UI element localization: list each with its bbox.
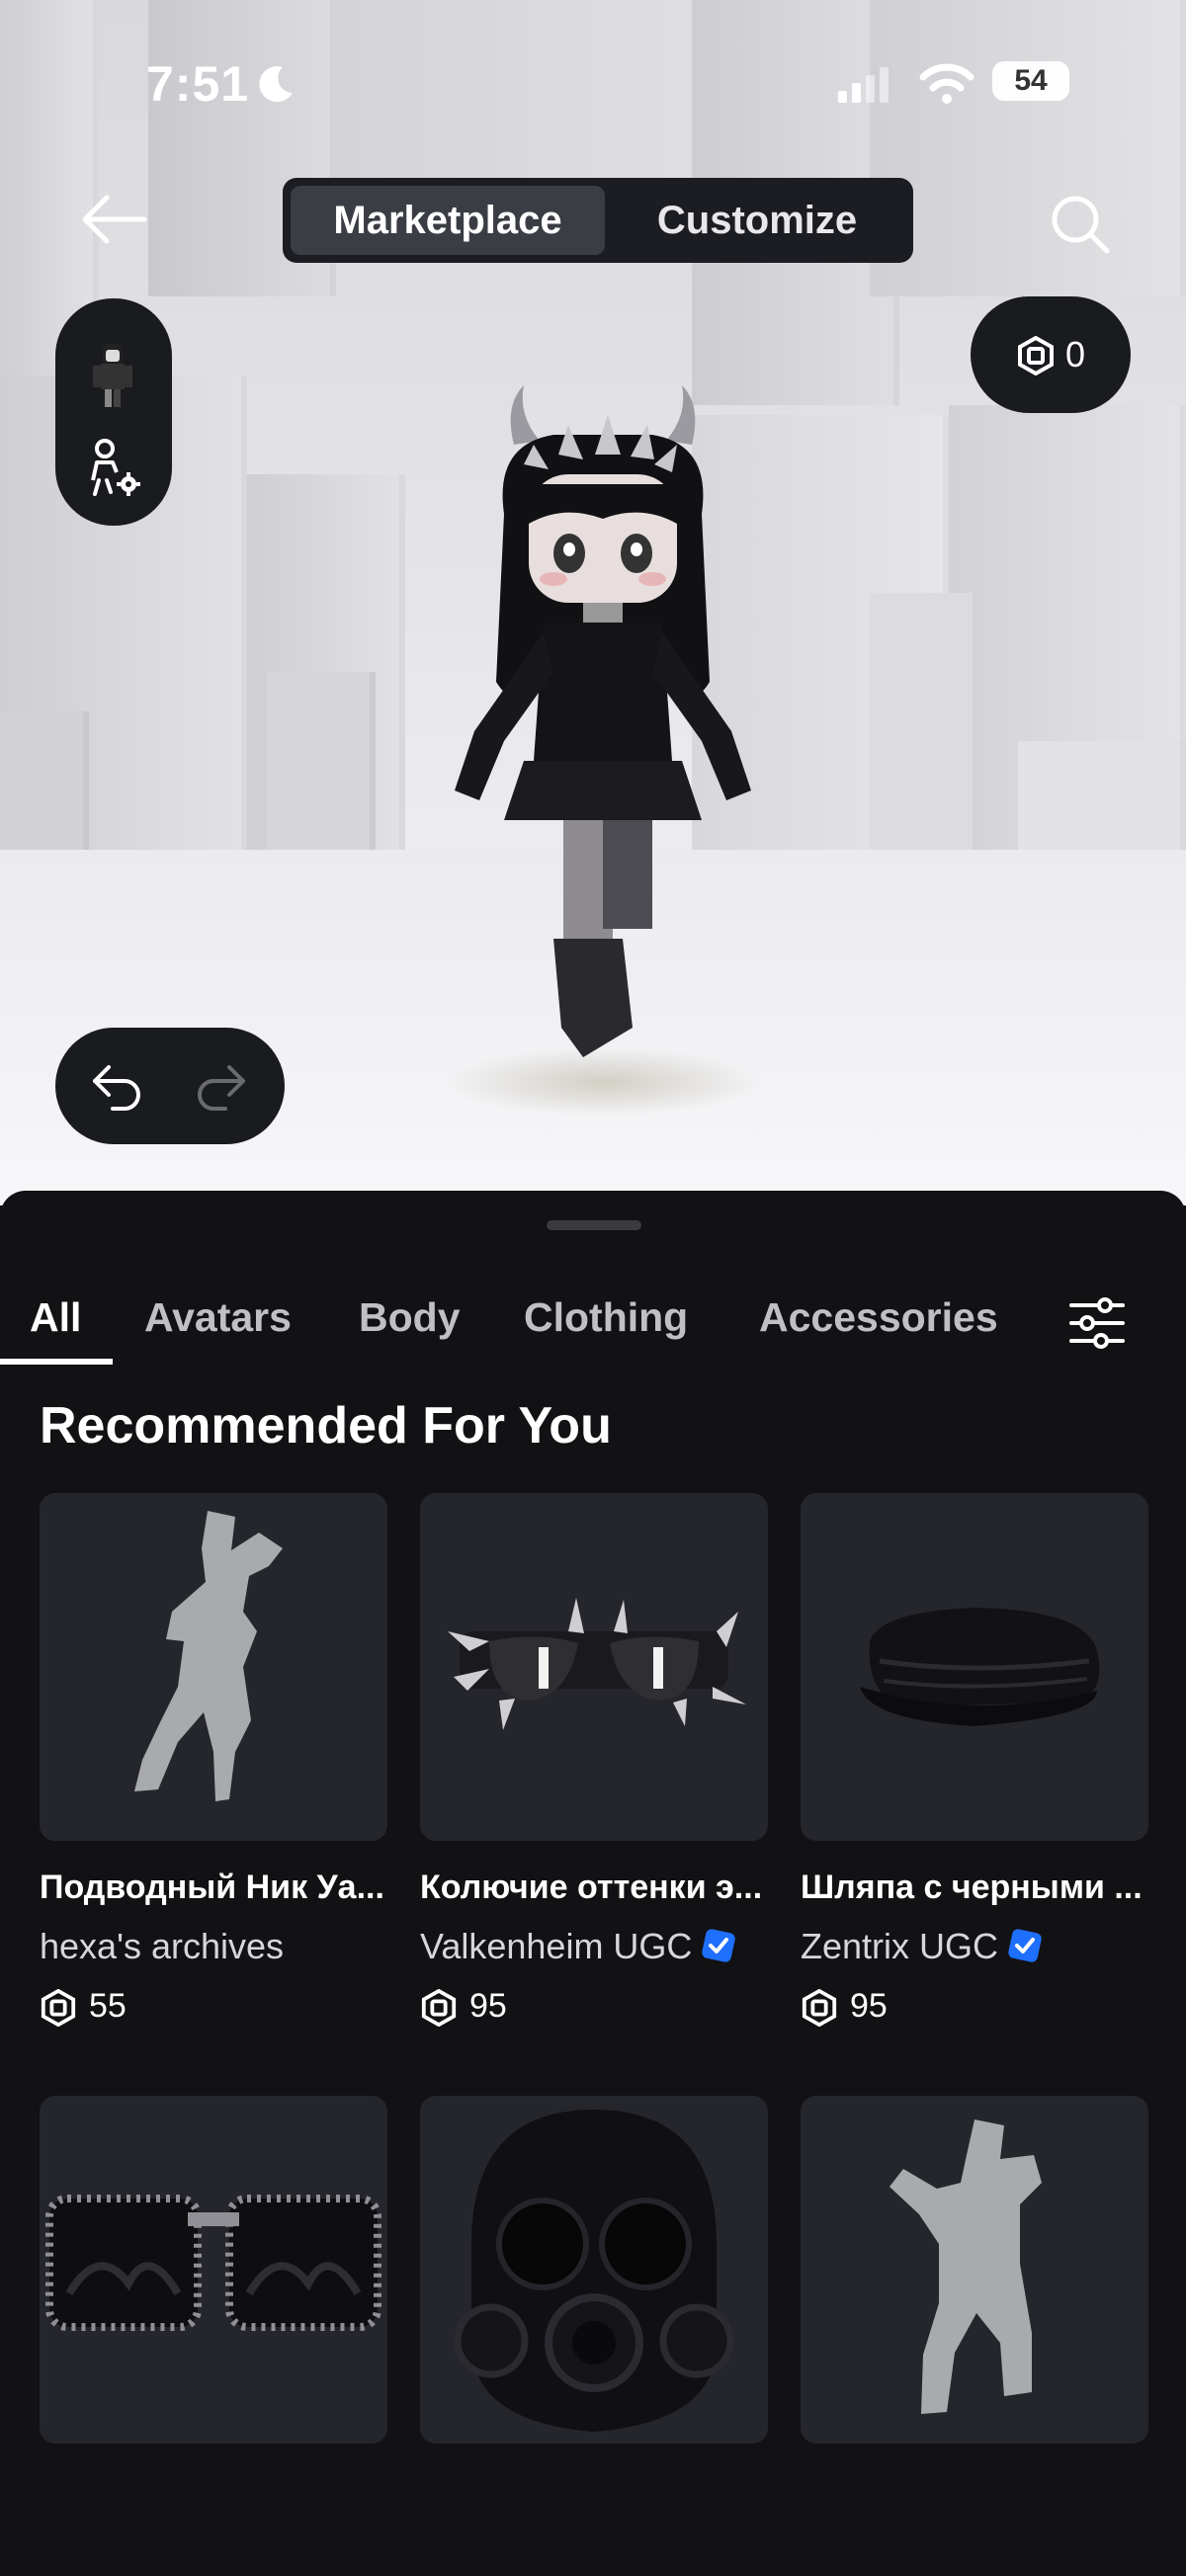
item-thumbnail[interactable] — [40, 2096, 387, 2444]
avatar-settings-icon[interactable] — [83, 437, 146, 500]
verified-badge-icon — [702, 1929, 736, 1962]
item-thumbnail[interactable] — [801, 2096, 1148, 2444]
tab-body[interactable]: Body — [359, 1280, 461, 1355]
robux-balance: 0 — [1065, 334, 1086, 374]
status-time: 7:51 — [146, 56, 250, 112]
marketplace-sheet: All Avatars Body Clothing Accessories Re… — [0, 1191, 1186, 2576]
gas-mask-icon — [454, 2110, 734, 2432]
active-tab-underline — [0, 1359, 113, 1365]
robux-icon — [421, 1989, 457, 2027]
tab-customize[interactable]: Customize — [609, 186, 905, 255]
emote-silhouette-icon — [890, 2119, 1042, 2414]
black-cap-icon — [860, 1608, 1100, 1726]
item-creator: Valkenheim UGC — [420, 1926, 768, 1967]
item-creator: hexa's archives — [40, 1926, 284, 1966]
item-name: Подводный Ник Уа... — [40, 1869, 384, 1906]
robux-balance-button[interactable]: 0 — [971, 296, 1131, 413]
spiked-shades-icon — [448, 1598, 746, 1730]
back-arrow-icon[interactable] — [77, 190, 150, 249]
wifi-icon — [919, 63, 974, 104]
tab-clothing[interactable]: Clothing — [524, 1280, 688, 1355]
robux-icon — [1018, 336, 1054, 375]
robux-icon — [802, 1989, 837, 2027]
search-icon[interactable] — [1046, 190, 1115, 259]
avatar-thumbnail-icon[interactable] — [91, 342, 134, 409]
battery-indicator: 54 — [992, 61, 1069, 101]
jeweled-sunglasses-icon — [45, 2195, 381, 2331]
cellular-signal-icon — [838, 67, 889, 103]
verified-badge-icon — [1008, 1929, 1042, 1962]
emote-silhouette-icon — [134, 1511, 283, 1801]
item-name: Шляпа с черными ... — [801, 1869, 1143, 1906]
item-thumbnail[interactable] — [801, 1493, 1148, 1841]
item-thumbnail[interactable] — [40, 1493, 387, 1841]
moon-icon — [259, 66, 293, 103]
item-thumbnail[interactable] — [420, 1493, 768, 1841]
category-tabs: All Avatars Body Clothing Accessories — [0, 1280, 1186, 1369]
mode-segmented-control: Marketplace Customize — [283, 178, 913, 263]
avatar-character — [455, 385, 751, 1057]
status-bar: 7:51 54 — [0, 0, 1186, 168]
tab-marketplace[interactable]: Marketplace — [291, 186, 605, 255]
tab-accessories[interactable]: Accessories — [759, 1280, 998, 1355]
item-creator: Zentrix UGC — [801, 1926, 1148, 1967]
robux-icon — [41, 1989, 76, 2027]
sheet-drag-handle[interactable] — [547, 1220, 641, 1230]
redo-icon[interactable] — [194, 1061, 249, 1111]
item-thumbnail[interactable] — [420, 2096, 768, 2444]
undo-redo-control — [55, 1028, 285, 1144]
filter-sliders-icon[interactable] — [1067, 1293, 1127, 1353]
item-name: Колючие оттенки э... — [420, 1869, 763, 1906]
section-title: Recommended For You — [40, 1397, 612, 1454]
undo-icon[interactable] — [89, 1061, 144, 1111]
avatar-switcher — [55, 298, 172, 526]
tab-all[interactable]: All — [30, 1280, 81, 1355]
tab-avatars[interactable]: Avatars — [144, 1280, 292, 1355]
